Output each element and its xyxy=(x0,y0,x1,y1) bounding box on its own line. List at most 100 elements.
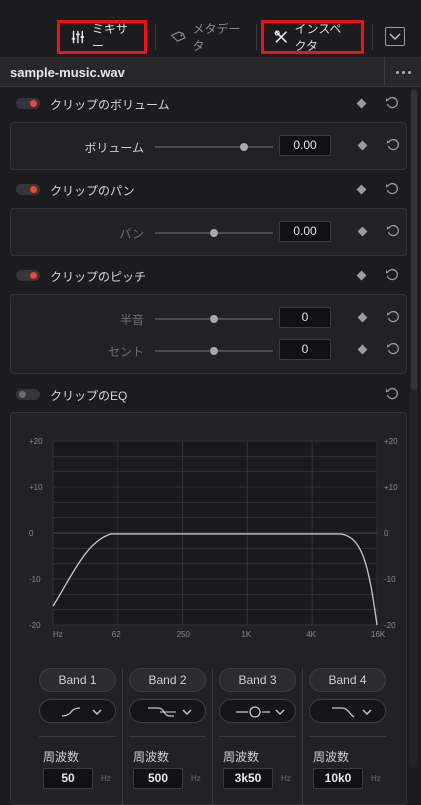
eq-x-tick-label: 62 xyxy=(112,630,121,639)
reset-icon[interactable] xyxy=(386,310,400,324)
eq-y-tick-label: 0 xyxy=(384,529,389,538)
band-1-freq-label: 周波数 xyxy=(43,750,80,764)
cent-value-field[interactable]: 0 xyxy=(279,339,331,360)
tab-mixer-label: ミキサー xyxy=(91,22,128,53)
cent-slider-thumb[interactable] xyxy=(210,347,218,355)
band-2-freq-field[interactable]: 500 xyxy=(133,768,183,789)
scrollbar[interactable] xyxy=(410,88,418,768)
cent-slider[interactable] xyxy=(155,347,273,355)
keyframe-diamond-icon[interactable] xyxy=(357,140,368,151)
keyframe-diamond-icon[interactable] xyxy=(356,98,367,109)
band-separator xyxy=(39,736,116,737)
toggle-knob xyxy=(19,391,26,398)
eq-x-tick-label: 16K xyxy=(371,630,386,639)
toolbar-divider xyxy=(155,24,156,50)
band-4-shape-dropdown[interactable] xyxy=(309,699,386,723)
pan-section-header: クリップのパン xyxy=(0,174,410,204)
band-2-button[interactable]: Band 2 xyxy=(129,668,206,692)
eq-y-tick-label: -10 xyxy=(29,575,41,584)
band-4-unit: Hz xyxy=(371,774,381,783)
reset-icon[interactable] xyxy=(386,224,400,238)
band-3-column: Band 3 周波数 3k50 Hz xyxy=(219,668,309,805)
keyframe-diamond-icon[interactable] xyxy=(356,184,367,195)
eq-x-tick-label: 4K xyxy=(306,630,316,639)
semitone-value-field[interactable]: 0 xyxy=(279,307,331,328)
inspector-toolbar: ミキサー メタデータ インスペクタ xyxy=(0,0,421,56)
eq-graph[interactable]: +20 +10 0 -10 -20 +20 +10 0 -10 -20 Hz 62 250 1K 4K 1… xyxy=(11,413,408,653)
pan-toggle[interactable] xyxy=(16,184,40,195)
pitch-section-header: クリップのピッチ xyxy=(0,260,410,290)
reset-icon[interactable] xyxy=(385,96,399,110)
keyframe-diamond-icon[interactable] xyxy=(357,344,368,355)
band-separator xyxy=(219,736,296,737)
reset-icon[interactable] xyxy=(386,342,400,356)
eq-y-tick-label: +10 xyxy=(384,483,398,492)
band-3-button[interactable]: Band 3 xyxy=(219,668,296,692)
reset-icon[interactable] xyxy=(386,138,400,152)
ellipsis-dot xyxy=(401,70,405,74)
volume-section-header: クリップのボリューム xyxy=(0,88,410,118)
band-separator xyxy=(129,736,206,737)
reset-icon[interactable] xyxy=(385,387,399,401)
tab-metadata-label: メタデータ xyxy=(192,22,241,53)
scrollbar-thumb[interactable] xyxy=(411,90,417,390)
eq-y-tick-label: +20 xyxy=(29,437,43,446)
volume-toggle[interactable] xyxy=(16,98,40,109)
semitone-slider[interactable] xyxy=(155,315,273,323)
semitone-slider-thumb[interactable] xyxy=(210,315,218,323)
eq-toggle[interactable] xyxy=(16,389,40,400)
eq-y-tick-label: -20 xyxy=(384,621,396,630)
pan-section-title: クリップのパン xyxy=(50,184,135,198)
volume-slider-thumb[interactable] xyxy=(240,143,248,151)
tab-metadata[interactable]: メタデータ xyxy=(160,20,252,54)
band-3-shape-dropdown[interactable] xyxy=(219,699,296,723)
keyframe-diamond-icon[interactable] xyxy=(356,270,367,281)
semitone-label: 半音 xyxy=(119,313,144,327)
keyframe-diamond-icon[interactable] xyxy=(357,312,368,323)
inspector-tools-icon xyxy=(274,30,287,43)
pan-value-field[interactable]: 0.00 xyxy=(279,221,331,242)
keyframe-diamond-icon[interactable] xyxy=(357,226,368,237)
band-4-button[interactable]: Band 4 xyxy=(309,668,386,692)
toggle-knob xyxy=(30,272,37,279)
ellipsis-dot xyxy=(407,70,411,74)
band-4-freq-field[interactable]: 10k0 xyxy=(313,768,363,789)
toggle-knob xyxy=(30,100,37,107)
bell-icon xyxy=(148,707,192,717)
eq-section-header: クリップのEQ xyxy=(0,379,410,409)
reset-icon[interactable] xyxy=(385,268,399,282)
tab-inspector-label: インスペクタ xyxy=(294,22,342,53)
volume-value-field[interactable]: 0.00 xyxy=(279,135,331,156)
band-2-unit: Hz xyxy=(191,774,201,783)
panel-expand-button[interactable] xyxy=(385,27,405,46)
volume-slider[interactable] xyxy=(155,143,273,151)
pan-panel: パン 0.00 xyxy=(10,208,407,256)
band-3-freq-field[interactable]: 3k50 xyxy=(223,768,273,789)
reset-icon[interactable] xyxy=(385,182,399,196)
band-4-column: Band 4 周波数 10k0 Hz xyxy=(309,668,399,805)
band-2-shape-dropdown[interactable] xyxy=(129,699,206,723)
band-1-column: Band 1 周波数 50 Hz xyxy=(39,668,129,805)
pan-slider-thumb[interactable] xyxy=(210,229,218,237)
tab-mixer[interactable]: ミキサー xyxy=(57,20,147,54)
volume-panel: ボリューム 0.00 xyxy=(10,122,407,170)
band-1-shape-dropdown[interactable] xyxy=(39,699,116,723)
toggle-knob xyxy=(30,186,37,193)
metadata-tag-icon xyxy=(170,31,186,42)
tab-inspector[interactable]: インスペクタ xyxy=(261,20,364,54)
low-shelf-icon xyxy=(61,707,102,717)
more-options-button[interactable] xyxy=(384,57,421,87)
eq-section-title: クリップのEQ xyxy=(50,389,128,403)
band-1-freq-field[interactable]: 50 xyxy=(43,768,93,789)
band-1-button[interactable]: Band 1 xyxy=(39,668,116,692)
cent-label: セント xyxy=(107,345,144,359)
clip-header: sample-music.wav xyxy=(0,57,421,87)
pitch-toggle[interactable] xyxy=(16,270,40,281)
pan-slider[interactable] xyxy=(155,229,273,237)
ellipsis-icon xyxy=(395,70,399,74)
clip-file-name: sample-music.wav xyxy=(10,65,125,80)
eq-y-tick-label: +10 xyxy=(29,483,43,492)
band-3-freq-label: 周波数 xyxy=(223,750,260,764)
volume-label: ボリューム xyxy=(84,141,144,155)
volume-section-title: クリップのボリューム xyxy=(50,98,170,112)
